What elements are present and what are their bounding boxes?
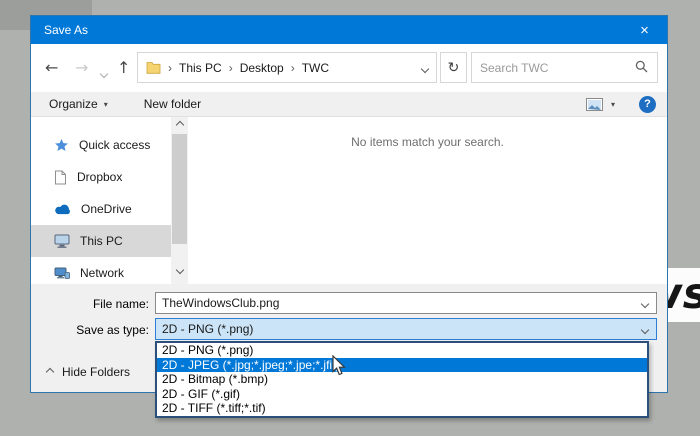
- file-list-area: No items match your search.: [188, 117, 667, 284]
- dropdown-option-jpeg[interactable]: 2D - JPEG (*.jpg;*.jpeg;*.jpe;*.jfif): [157, 358, 647, 373]
- search-box[interactable]: [471, 52, 658, 83]
- views-dropdown-icon[interactable]: ▾: [611, 100, 615, 109]
- views-icon[interactable]: [586, 98, 603, 111]
- file-type-dropdown-list: 2D - PNG (*.png) 2D - JPEG (*.jpg;*.jpeg…: [155, 341, 649, 418]
- new-folder-button[interactable]: New folder: [144, 97, 201, 111]
- forward-icon[interactable]: →: [75, 58, 88, 78]
- close-icon[interactable]: ×: [622, 16, 667, 44]
- monitor-icon: [54, 234, 70, 248]
- navigation-pane: Quick access Dropbox OneDrive This PC: [31, 117, 171, 284]
- sidebar-item-dropbox[interactable]: Dropbox: [31, 161, 171, 193]
- sidebar-item-onedrive[interactable]: OneDrive: [31, 193, 171, 225]
- scroll-up-icon[interactable]: [171, 117, 188, 133]
- save-as-dialog: Save As × ← → ↑ › This PC › Desktop › TW…: [30, 15, 668, 393]
- file-name-value: TheWindowsClub.png: [156, 296, 642, 310]
- save-as-type-value: 2D - PNG (*.png): [156, 322, 642, 336]
- chevron-up-icon: [46, 368, 54, 376]
- dropdown-option-bitmap[interactable]: 2D - Bitmap (*.bmp): [157, 372, 647, 387]
- address-dropdown-icon[interactable]: [422, 61, 428, 75]
- sidebar-scrollbar[interactable]: [171, 117, 188, 284]
- back-icon[interactable]: ←: [45, 58, 58, 78]
- star-icon: [54, 138, 69, 153]
- breadcrumb-separator: ›: [229, 61, 233, 75]
- chevron-down-icon: ▾: [104, 100, 108, 109]
- command-bar: Organize ▾ New folder ▾ ?: [31, 92, 667, 117]
- dropdown-option-gif[interactable]: 2D - GIF (*.gif): [157, 387, 647, 402]
- chevron-down-icon[interactable]: [642, 322, 648, 336]
- dropdown-option-png[interactable]: 2D - PNG (*.png): [157, 343, 647, 358]
- sidebar-item-this-pc[interactable]: This PC: [31, 225, 171, 257]
- main-area: Quick access Dropbox OneDrive This PC: [31, 117, 667, 284]
- search-icon[interactable]: [635, 60, 648, 76]
- sidebar-item-label: Quick access: [79, 138, 150, 152]
- refresh-icon[interactable]: ↻: [440, 52, 467, 83]
- sidebar-item-quick-access[interactable]: Quick access: [31, 129, 171, 161]
- chevron-down-icon[interactable]: [642, 296, 648, 310]
- title-bar[interactable]: Save As ×: [31, 16, 667, 44]
- hide-folders-label: Hide Folders: [62, 365, 130, 379]
- organize-button[interactable]: Organize ▾: [49, 97, 108, 111]
- save-as-type-combobox[interactable]: 2D - PNG (*.png): [155, 318, 657, 340]
- sidebar-item-label: Network: [80, 266, 124, 280]
- sidebar-item-label: OneDrive: [81, 202, 132, 216]
- window-title: Save As: [31, 23, 88, 37]
- breadcrumb-twc[interactable]: TWC: [302, 61, 329, 75]
- dropdown-option-tiff[interactable]: 2D - TIFF (*.tiff;*.tif): [157, 401, 647, 416]
- breadcrumb-desktop[interactable]: Desktop: [240, 61, 284, 75]
- recent-locations-icon[interactable]: [101, 66, 107, 80]
- breadcrumb-separator: ›: [168, 61, 172, 75]
- file-name-input[interactable]: TheWindowsClub.png: [155, 292, 657, 314]
- hide-folders-button[interactable]: Hide Folders: [47, 365, 130, 379]
- page-icon: [54, 170, 67, 185]
- scrollbar-thumb[interactable]: [172, 134, 187, 244]
- network-icon: [54, 267, 70, 279]
- new-folder-label: New folder: [144, 97, 201, 111]
- organize-label: Organize: [49, 97, 98, 111]
- save-as-type-label: Save as type:: [31, 323, 149, 337]
- navigation-bar: ← → ↑ › This PC › Desktop › TWC ↻: [31, 44, 667, 92]
- breadcrumb-this-pc[interactable]: This PC: [179, 61, 222, 75]
- empty-message: No items match your search.: [351, 135, 504, 149]
- cloud-icon: [54, 204, 71, 215]
- scroll-down-icon[interactable]: [171, 262, 188, 278]
- folder-icon: [146, 61, 161, 74]
- address-bar[interactable]: › This PC › Desktop › TWC: [137, 52, 437, 83]
- breadcrumb-separator: ›: [291, 61, 295, 75]
- up-icon[interactable]: ↑: [117, 58, 130, 78]
- search-input[interactable]: [472, 61, 635, 75]
- mouse-cursor: [332, 355, 349, 380]
- sidebar-item-label: Dropbox: [77, 170, 122, 184]
- file-name-label: File name:: [31, 297, 149, 311]
- help-icon[interactable]: ?: [639, 96, 656, 113]
- sidebar-item-label: This PC: [80, 234, 123, 248]
